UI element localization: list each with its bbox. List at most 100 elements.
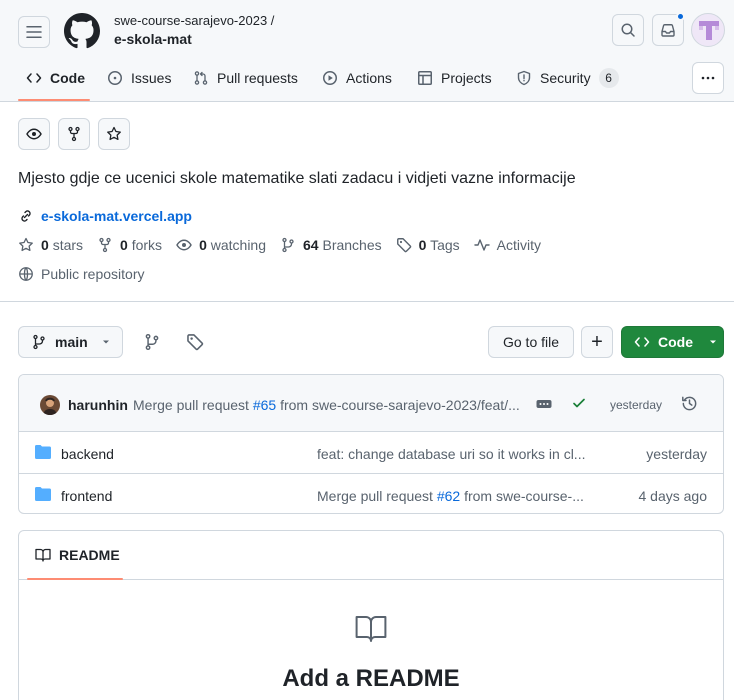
branch-icon (282, 237, 294, 253)
avatar[interactable] (691, 13, 725, 47)
book-icon (355, 616, 387, 642)
menu-button[interactable] (18, 16, 50, 48)
shield-icon (517, 70, 531, 86)
branches-button[interactable] (143, 333, 161, 351)
file-commit-message[interactable]: feat: change database uri so it works in… (317, 446, 585, 462)
code-button-label: Code (658, 334, 693, 350)
repo-stats: 0 stars 0 forks 0 watching 64 Branches 0… (18, 237, 555, 253)
readme-title: Add a README (282, 665, 460, 692)
expand-commit-button[interactable] (535, 397, 553, 411)
inbox-icon (661, 24, 675, 37)
star-icon (19, 237, 33, 252)
check-icon (573, 398, 585, 408)
commit-pr-link[interactable]: #65 (253, 397, 276, 413)
tab-label: Projects (441, 70, 492, 86)
github-logo[interactable] (64, 13, 100, 49)
repo-description: Mjesto gdje ce ucenici skole matematike … (18, 170, 576, 187)
tab-actions[interactable]: Actions (322, 66, 392, 90)
kebab-horizontal-icon (701, 76, 715, 80)
file-commit-message-prefix: feat: change database uri so it works in… (317, 446, 586, 462)
file-commit-time: yesterday (646, 446, 707, 462)
commit-message-prefix: Merge pull request (133, 397, 253, 413)
search-icon (621, 23, 635, 37)
visibility-label: Public repository (41, 266, 145, 282)
commit-message[interactable]: Merge pull request #65 from swe-course-s… (133, 397, 520, 413)
watch-button[interactable] (18, 118, 50, 150)
branches-label: Branches (322, 237, 382, 253)
file-commit-time: 4 days ago (638, 488, 708, 504)
book-icon (35, 548, 51, 562)
tab-security[interactable]: Security 6 (516, 66, 619, 90)
avatar-face-icon (43, 397, 57, 415)
issue-icon (108, 71, 122, 85)
plus-icon: + (591, 330, 603, 353)
breadcrumb-owner[interactable]: swe-course-sarajevo-2023 / (114, 13, 274, 28)
folder-icon (35, 445, 51, 459)
activity-label: Activity (496, 237, 541, 253)
readme-tab-label: README (59, 547, 120, 563)
go-to-file-label: Go to file (502, 334, 560, 350)
watching-link[interactable]: 0 watching (176, 237, 266, 253)
go-to-file-button[interactable]: Go to file (488, 326, 574, 358)
star-button[interactable] (98, 118, 130, 150)
github-mark-icon (64, 13, 100, 49)
table-row[interactable]: backend feat: change database uri so it … (19, 432, 723, 473)
forks-count: 0 (120, 237, 128, 253)
breadcrumb-repo[interactable]: e-skola-mat (114, 31, 192, 47)
eye-icon (26, 128, 42, 140)
tag-icon (187, 334, 204, 351)
fork-icon (68, 126, 80, 142)
history-button[interactable] (681, 395, 698, 412)
tags-button[interactable] (186, 333, 204, 351)
readme-book (355, 615, 387, 643)
file-commit-pr-link[interactable]: #62 (437, 488, 460, 504)
fork-button[interactable] (58, 118, 90, 150)
file-name[interactable]: frontend (61, 488, 112, 504)
tags-count: 0 (418, 237, 427, 253)
tab-pull-requests[interactable]: Pull requests (193, 66, 298, 90)
forks-link[interactable]: 0 forks (97, 237, 162, 253)
more-tabs-button[interactable] (692, 62, 724, 94)
branches-link[interactable]: 64 Branches (280, 237, 382, 253)
link-icon (21, 210, 31, 222)
stars-link[interactable]: 0 stars (18, 237, 83, 253)
add-file-button[interactable]: + (581, 326, 613, 358)
branch-icon (33, 334, 45, 350)
section-divider (0, 301, 734, 302)
tab-issues[interactable]: Issues (107, 66, 171, 90)
commit-status[interactable] (571, 395, 587, 411)
readme-tab-indicator (27, 578, 123, 580)
caret-down-icon (102, 340, 109, 344)
selected-tab-indicator (18, 99, 90, 101)
branches-count: 64 (303, 237, 319, 253)
folder-icon (35, 487, 51, 501)
star-icon (107, 126, 121, 141)
tab-label: Actions (346, 70, 392, 86)
tags-link[interactable]: 0 Tags (396, 237, 460, 253)
code-button[interactable]: Code (621, 326, 724, 358)
branch-name: main (55, 334, 88, 350)
website-link[interactable]: e-skola-mat.vercel.app (41, 208, 192, 224)
stars-label: stars (52, 237, 84, 253)
search-button[interactable] (612, 14, 644, 46)
latest-commit-bar: harunhin Merge pull request #65 from swe… (19, 375, 723, 432)
tag-icon (396, 238, 411, 253)
tab-projects[interactable]: Projects (417, 66, 492, 90)
stars-count: 0 (41, 237, 49, 253)
readme-panel: README Add a README (18, 530, 724, 700)
author-avatar[interactable] (40, 395, 60, 415)
notification-dot (676, 12, 685, 21)
file-commit-message[interactable]: Merge pull request #62 from swe-course-.… (317, 488, 584, 504)
file-name[interactable]: backend (61, 446, 114, 462)
commit-author[interactable]: harunhin (68, 397, 128, 413)
website-row: e-skola-mat.vercel.app (18, 208, 206, 224)
table-row[interactable]: frontend Merge pull request #62 from swe… (19, 473, 723, 513)
readme-tab[interactable]: README (35, 547, 120, 563)
activity-link[interactable]: Activity (473, 237, 541, 253)
tab-label: Pull requests (217, 70, 298, 86)
table-icon (418, 71, 432, 85)
branch-selector[interactable]: main (18, 326, 123, 358)
tab-code[interactable]: Code (26, 66, 85, 90)
visibility-row: Public repository (18, 266, 159, 282)
hamburger-icon (26, 26, 42, 38)
